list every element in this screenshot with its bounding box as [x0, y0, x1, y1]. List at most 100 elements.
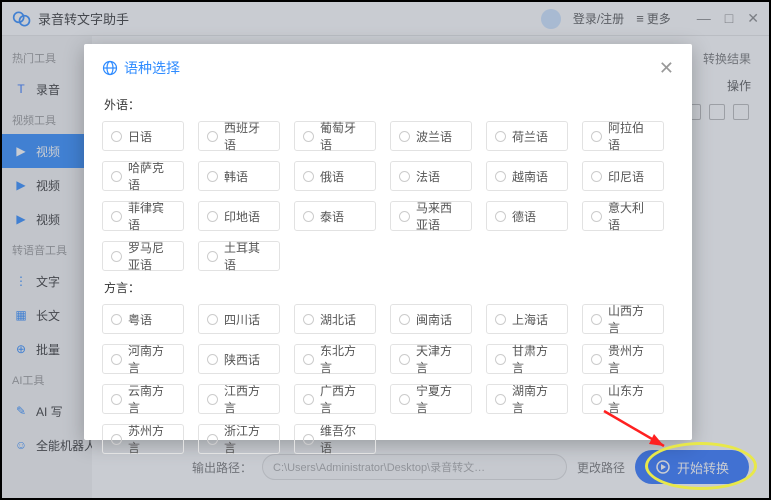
- language-option[interactable]: 维吾尔语: [294, 424, 376, 454]
- radio-icon: [591, 131, 602, 142]
- globe-icon: [102, 60, 118, 76]
- language-option[interactable]: 苏州方言: [102, 424, 184, 454]
- language-label: 罗马尼亚语: [128, 239, 175, 273]
- radio-icon: [399, 394, 410, 405]
- radio-icon: [495, 171, 506, 182]
- language-label: 山东方言: [608, 382, 655, 416]
- radio-icon: [495, 354, 506, 365]
- radio-icon: [591, 354, 602, 365]
- language-option[interactable]: 甘肃方言: [486, 344, 568, 374]
- language-label: 波兰语: [416, 128, 452, 145]
- language-option[interactable]: 日语: [102, 121, 184, 151]
- language-option[interactable]: 荷兰语: [486, 121, 568, 151]
- language-label: 意大利语: [608, 199, 655, 233]
- language-label: 四川话: [224, 311, 260, 328]
- radio-icon: [111, 131, 122, 142]
- language-label: 天津方言: [416, 342, 463, 376]
- language-option[interactable]: 粤语: [102, 304, 184, 334]
- language-option[interactable]: 山东方言: [582, 384, 664, 414]
- language-option[interactable]: 宁夏方言: [390, 384, 472, 414]
- language-option[interactable]: 广西方言: [294, 384, 376, 414]
- language-option[interactable]: 西班牙语: [198, 121, 280, 151]
- radio-icon: [111, 394, 122, 405]
- language-label: 江西方言: [224, 382, 271, 416]
- radio-icon: [303, 314, 314, 325]
- language-label: 陕西话: [224, 351, 260, 368]
- language-label: 上海话: [512, 311, 548, 328]
- radio-icon: [495, 131, 506, 142]
- radio-icon: [495, 394, 506, 405]
- language-label: 山西方言: [608, 302, 655, 336]
- language-label: 贵州方言: [608, 342, 655, 376]
- radio-icon: [207, 211, 218, 222]
- language-label: 云南方言: [128, 382, 175, 416]
- language-option[interactable]: 哈萨克语: [102, 161, 184, 191]
- language-option[interactable]: 湖南方言: [486, 384, 568, 414]
- language-label: 印尼语: [608, 168, 644, 185]
- language-label: 广西方言: [320, 382, 367, 416]
- language-option[interactable]: 湖北话: [294, 304, 376, 334]
- radio-icon: [495, 314, 506, 325]
- radio-icon: [591, 314, 602, 325]
- language-label: 甘肃方言: [512, 342, 559, 376]
- language-option[interactable]: 陕西话: [198, 344, 280, 374]
- radio-icon: [207, 394, 218, 405]
- radio-icon: [399, 354, 410, 365]
- language-option[interactable]: 东北方言: [294, 344, 376, 374]
- language-option[interactable]: 闽南话: [390, 304, 472, 334]
- language-label: 葡萄牙语: [320, 119, 367, 153]
- language-option[interactable]: 越南语: [486, 161, 568, 191]
- language-label: 哈萨克语: [128, 159, 175, 193]
- language-label: 湖南方言: [512, 382, 559, 416]
- language-label: 闽南话: [416, 311, 452, 328]
- language-option[interactable]: 意大利语: [582, 201, 664, 231]
- language-option[interactable]: 菲律宾语: [102, 201, 184, 231]
- modal-close-button[interactable]: ✕: [659, 59, 674, 77]
- language-option[interactable]: 河南方言: [102, 344, 184, 374]
- language-option[interactable]: 印尼语: [582, 161, 664, 191]
- radio-icon: [399, 211, 410, 222]
- language-option[interactable]: 波兰语: [390, 121, 472, 151]
- language-option[interactable]: 泰语: [294, 201, 376, 231]
- language-label: 西班牙语: [224, 119, 271, 153]
- language-label: 越南语: [512, 168, 548, 185]
- radio-icon: [111, 434, 122, 445]
- radio-icon: [207, 171, 218, 182]
- language-option[interactable]: 天津方言: [390, 344, 472, 374]
- language-option[interactable]: 印地语: [198, 201, 280, 231]
- radio-icon: [111, 211, 122, 222]
- language-label: 菲律宾语: [128, 199, 175, 233]
- language-label: 俄语: [320, 168, 344, 185]
- modal-title: 语种选择: [124, 58, 180, 78]
- language-label: 德语: [512, 208, 536, 225]
- language-option[interactable]: 阿拉伯语: [582, 121, 664, 151]
- language-label: 宁夏方言: [416, 382, 463, 416]
- radio-icon: [399, 171, 410, 182]
- language-option[interactable]: 上海话: [486, 304, 568, 334]
- language-label: 阿拉伯语: [608, 119, 655, 153]
- language-option[interactable]: 葡萄牙语: [294, 121, 376, 151]
- language-label: 马来西亚语: [416, 199, 463, 233]
- language-label: 东北方言: [320, 342, 367, 376]
- language-option[interactable]: 山西方言: [582, 304, 664, 334]
- radio-icon: [591, 394, 602, 405]
- language-option[interactable]: 贵州方言: [582, 344, 664, 374]
- language-option[interactable]: 云南方言: [102, 384, 184, 414]
- language-option[interactable]: 德语: [486, 201, 568, 231]
- language-option[interactable]: 四川话: [198, 304, 280, 334]
- language-option[interactable]: 韩语: [198, 161, 280, 191]
- language-option[interactable]: 浙江方言: [198, 424, 280, 454]
- language-option[interactable]: 马来西亚语: [390, 201, 472, 231]
- language-option[interactable]: 江西方言: [198, 384, 280, 414]
- language-label: 维吾尔语: [320, 422, 367, 456]
- language-label: 泰语: [320, 208, 344, 225]
- language-option[interactable]: 土耳其语: [198, 241, 280, 271]
- radio-icon: [111, 314, 122, 325]
- radio-icon: [207, 251, 218, 262]
- language-option[interactable]: 俄语: [294, 161, 376, 191]
- language-label: 河南方言: [128, 342, 175, 376]
- language-label: 苏州方言: [128, 422, 175, 456]
- language-option[interactable]: 罗马尼亚语: [102, 241, 184, 271]
- language-option[interactable]: 法语: [390, 161, 472, 191]
- foreign-group-label: 外语：: [104, 96, 674, 113]
